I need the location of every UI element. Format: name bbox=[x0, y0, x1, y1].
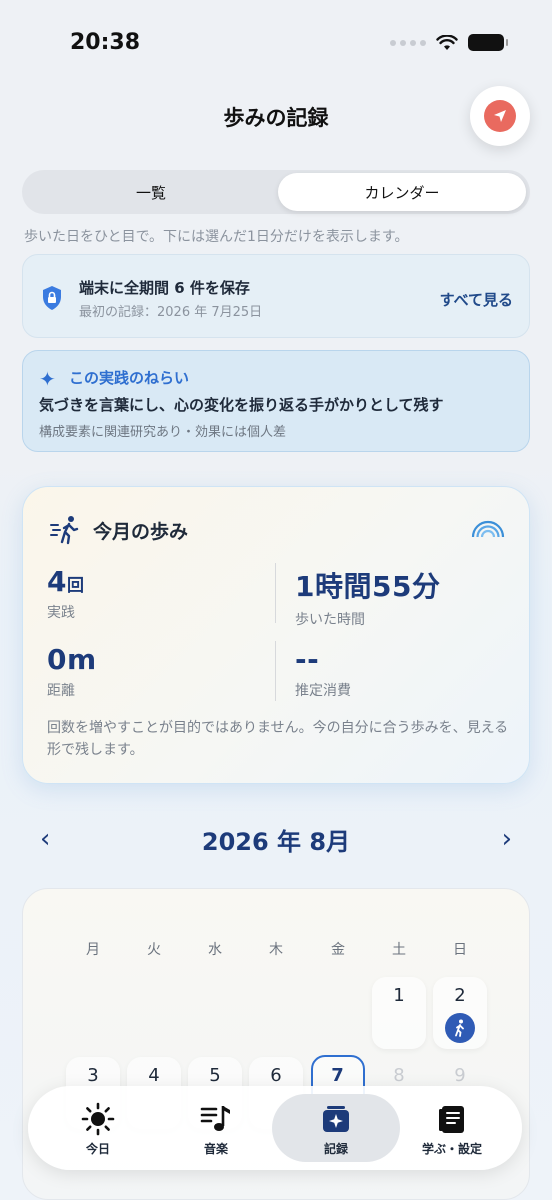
calendar-header: ‹ 2026 年 8月 › bbox=[0, 818, 552, 858]
next-month-button[interactable]: › bbox=[502, 824, 512, 854]
weekday-sat: 土 bbox=[392, 942, 406, 958]
segment-list[interactable]: 一覧 bbox=[26, 173, 276, 211]
battery-icon bbox=[468, 34, 508, 51]
day-number: 6 bbox=[270, 1065, 282, 1086]
see-all-link[interactable]: すべて見る bbox=[440, 289, 513, 310]
weekday-thu: 木 bbox=[269, 942, 283, 958]
distance-label: 距離 bbox=[47, 683, 75, 699]
month-summary-note: 回数を増やすことが目的ではありません。今の自分に合う歩みを、見える形で残します。 bbox=[47, 720, 509, 758]
aim-note: 構成要素に関連研究あり・効果には個人差 bbox=[39, 425, 287, 440]
status-time: 20:38 bbox=[70, 30, 141, 55]
day-cell-1[interactable]: 1 bbox=[372, 977, 426, 1049]
day-number: 2 bbox=[454, 985, 466, 1006]
tab-music[interactable]: 音楽 bbox=[156, 1094, 276, 1162]
distance-value: 0m bbox=[47, 643, 97, 676]
sessions-label: 実践 bbox=[47, 605, 75, 621]
sessions-unit: 回 bbox=[66, 576, 85, 596]
weekday-wed: 水 bbox=[208, 942, 222, 958]
first-record-date: 最初の記録：2026 年 7月25日 bbox=[79, 305, 263, 320]
rainbow-icon bbox=[471, 520, 505, 538]
stat-walk-time: 1時間55分 歩いた時間 bbox=[295, 565, 440, 629]
month-summary-title: 今月の歩み bbox=[93, 521, 189, 543]
storage-info-card: 端末に全期間 6 件を保存 最初の記録：2026 年 7月25日 すべて見る bbox=[22, 254, 530, 338]
day-number-9[interactable]: 9 bbox=[433, 1065, 487, 1086]
bottom-tab-bar: 今日 音楽 記録 学ぶ・設定 bbox=[28, 1086, 522, 1170]
segment-calendar[interactable]: カレンダー bbox=[278, 173, 526, 211]
view-description: 歩いた日をひと目で。下には選んだ1日分だけを表示します。 bbox=[24, 229, 409, 245]
status-icons bbox=[390, 34, 508, 51]
day-number-8[interactable]: 8 bbox=[372, 1065, 426, 1086]
sparkle-record-icon bbox=[323, 1106, 349, 1132]
walk-time-value: 1時間55分 bbox=[295, 570, 441, 603]
status-bar: 20:38 bbox=[0, 0, 552, 90]
walking-person-icon bbox=[455, 1019, 464, 1037]
day-number: 1 bbox=[393, 985, 405, 1006]
practice-aim-card: ✦ この実践のねらい 気づきを言葉にし、心の変化を振り返る手がかりとして残す 構… bbox=[22, 350, 530, 452]
shield-lock-icon bbox=[43, 286, 61, 310]
weekday-mon: 月 bbox=[86, 942, 100, 958]
walking-person-icon bbox=[50, 516, 79, 545]
walked-day-badge bbox=[445, 1013, 475, 1043]
tab-label: 学ぶ・設定 bbox=[421, 1142, 482, 1156]
weekday-tue: 火 bbox=[147, 942, 161, 958]
aim-body: 気づきを言葉にし、心の変化を振り返る手がかりとして残す bbox=[39, 396, 444, 414]
calendar-month-title: 2026 年 8月 bbox=[201, 828, 351, 856]
stat-energy: -- 推定消費 bbox=[295, 643, 351, 700]
weekday-sun: 日 bbox=[453, 942, 467, 958]
sun-icon bbox=[81, 1102, 115, 1136]
storage-title: 端末に全期間 6 件を保存 bbox=[79, 279, 250, 297]
walk-time-label: 歩いた時間 bbox=[295, 612, 365, 628]
aim-title: この実践のねらい bbox=[69, 369, 190, 387]
weekday-fri: 金 bbox=[331, 942, 345, 958]
tab-label: 記録 bbox=[323, 1142, 348, 1156]
tab-records[interactable]: 記録 bbox=[272, 1094, 400, 1162]
tab-learn-settings[interactable]: 学ぶ・設定 bbox=[392, 1094, 512, 1162]
day-number: 7 bbox=[331, 1065, 344, 1086]
music-icon bbox=[200, 1106, 230, 1131]
stat-divider bbox=[275, 641, 276, 701]
day-number: 3 bbox=[87, 1065, 99, 1086]
view-segmented-control: 一覧 カレンダー bbox=[22, 170, 530, 214]
stat-sessions: 4回 実践 bbox=[47, 565, 84, 622]
day-number: 4 bbox=[148, 1065, 160, 1086]
cellular-signal-icon bbox=[390, 39, 426, 46]
wifi-icon bbox=[436, 34, 458, 50]
sessions-value: 4 bbox=[47, 565, 67, 598]
tab-today[interactable]: 今日 bbox=[38, 1094, 158, 1162]
monthly-summary-card: 今月の歩み 4回 実践 1時間55分 歩いた時間 0m 距離 -- 推定消費 回… bbox=[22, 486, 530, 784]
day-cell-2[interactable]: 2 bbox=[433, 977, 487, 1049]
stat-divider bbox=[275, 563, 276, 623]
location-arrow-icon bbox=[484, 100, 516, 132]
day-number: 5 bbox=[209, 1065, 221, 1086]
navigation-button[interactable] bbox=[470, 86, 530, 146]
stat-distance: 0m 距離 bbox=[47, 643, 97, 700]
tab-label: 今日 bbox=[85, 1142, 110, 1156]
sparkle-icon: ✦ bbox=[39, 367, 56, 391]
tab-label: 音楽 bbox=[203, 1142, 228, 1156]
energy-label: 推定消費 bbox=[295, 683, 351, 699]
book-icon bbox=[439, 1106, 464, 1133]
energy-value: -- bbox=[295, 643, 320, 676]
